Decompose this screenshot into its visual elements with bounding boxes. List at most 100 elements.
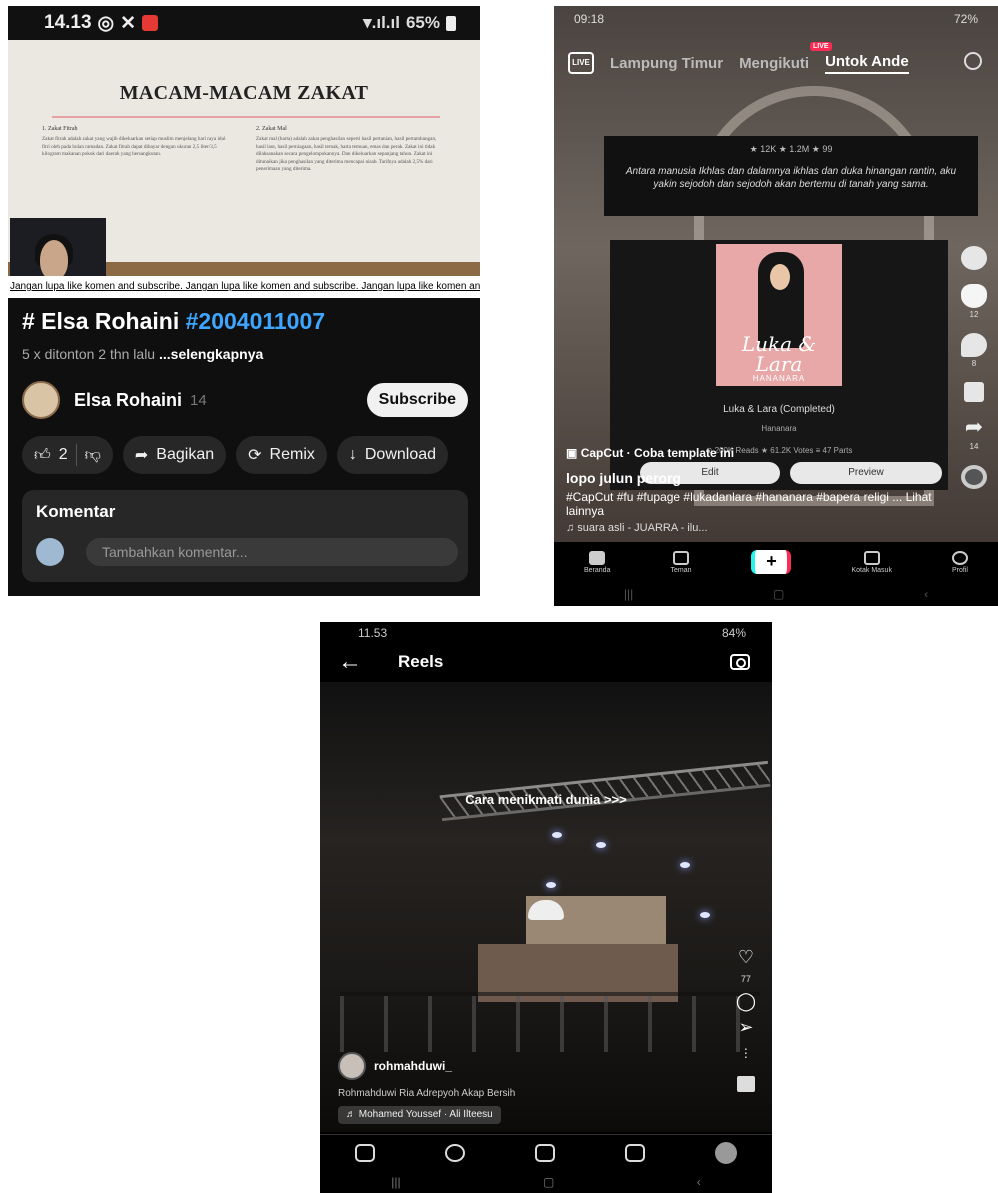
capcut-icon: ▣ (566, 446, 578, 460)
divider (52, 116, 440, 118)
thumbs-up-icon[interactable]: 👍︎ (34, 446, 51, 465)
search-icon[interactable] (964, 52, 982, 70)
like-dislike-group: 👍︎ 2 👎︎ (22, 436, 113, 474)
comments-panel[interactable]: Komentar Tambahkan komentar... (22, 490, 468, 582)
send-icon[interactable]: ➢ (738, 1018, 753, 1036)
nav-label: Beranda (584, 566, 611, 574)
stage-light (546, 882, 556, 888)
profile-avatar[interactable] (961, 246, 987, 270)
home-button-icon[interactable]: ▢ (543, 1175, 554, 1189)
capcut-template-link[interactable]: ▣ CapCut · Coba template ini (566, 446, 734, 460)
download-icon: ↓ (348, 446, 357, 463)
stage-light (552, 832, 562, 838)
audio-thumbnail[interactable] (736, 1076, 755, 1092)
battery-icon (446, 15, 456, 31)
back-arrow-icon[interactable]: ← (338, 648, 362, 676)
comment-icon[interactable] (961, 333, 987, 357)
overlay-text: Cara menikmati dunia >>> (465, 792, 627, 807)
doc-heading: 2. Zakat Mal (256, 126, 287, 132)
recents-icon[interactable]: ||| (624, 587, 633, 601)
notification-icon (142, 15, 159, 31)
create-button[interactable]: + (751, 550, 792, 574)
nav-label: Teman (670, 566, 692, 574)
heart-icon[interactable]: ♡ (738, 948, 754, 966)
quote-text: Antara manusia Ikhlas dan dalamnya ikhla… (625, 166, 957, 190)
search-icon[interactable] (445, 1143, 465, 1162)
nav-profile[interactable]: Profil (951, 550, 968, 574)
video-player[interactable]: MACAM-MACAM ZAKAT 1. Zakat Fitrah Zakat … (8, 40, 480, 298)
recents-icon[interactable]: ||| (391, 1175, 400, 1189)
tab-following[interactable]: Mengikuti (739, 55, 809, 72)
book-cover: Luka & Lara HANANARA (716, 244, 842, 386)
capcut-label: CapCut · Coba template ini (580, 446, 735, 460)
sound-label[interactable]: ♫ suara asli - JUARRA - ilu... (566, 522, 708, 534)
caption[interactable]: #CapCut #fu #fupage #lukadanlara #hanana… (566, 490, 946, 518)
tab-for-you[interactable]: Untok Ande (825, 53, 909, 74)
description[interactable]: Rohmahduwi Ria Adrepyoh Akap Bersih (338, 1088, 515, 1099)
home-icon (589, 550, 606, 565)
reels-header: ← Reels (320, 646, 772, 678)
doc-column-left: 1. Zakat Fitrah Zakat fitrah adalah zaka… (42, 126, 227, 159)
friends-icon (672, 550, 689, 565)
book-name: Luka & Lara (Completed) (723, 404, 835, 415)
subscribe-button[interactable]: Subscribe (366, 383, 468, 417)
subscriber-count: 14 (190, 391, 207, 409)
live-icon[interactable]: LIVE (568, 52, 594, 74)
download-button[interactable]: ↓ Download (336, 436, 449, 474)
doc-title: MACAM-MACAM ZAKAT (119, 82, 369, 104)
preview-button[interactable]: Preview (790, 462, 942, 484)
inbox-icon (863, 550, 880, 565)
username[interactable]: rohmahduwi_ (374, 1059, 452, 1073)
comment-icon[interactable]: ◯ (736, 992, 756, 1010)
action-rail: ♡ 77 ◯ ➢ ⋮ (736, 948, 756, 1092)
marquee-text: Jangan lupa like komen and subscribe. Ja… (8, 276, 480, 298)
share-button[interactable]: ➦ Bagikan (122, 436, 227, 474)
nav-friends[interactable]: Teman (670, 550, 692, 574)
more-link[interactable]: ...selengkapnya (159, 346, 263, 362)
system-nav: ||| ▢ ‹ (320, 1170, 772, 1193)
audio-label[interactable]: ♬ Mohamed Youssef · Ali Ilteesu (338, 1106, 501, 1124)
camera-icon[interactable] (730, 654, 750, 670)
doc-text: Zakat fitrah adalah zakat yang wajib dik… (42, 136, 226, 158)
home-button-icon[interactable]: ▢ (773, 587, 784, 601)
cover-face (770, 264, 790, 290)
person-face (40, 240, 68, 280)
doc-heading: 1. Zakat Fitrah (42, 126, 78, 132)
bookmark-icon[interactable] (964, 382, 984, 402)
video-meta[interactable]: 5 x ditonton 2 thn lalu ...selengkapnya (22, 346, 263, 362)
stage-light (700, 912, 710, 918)
nav-inbox[interactable]: Kotak Masuk (851, 550, 892, 574)
avatar[interactable] (338, 1052, 366, 1080)
avatar[interactable] (715, 1141, 737, 1164)
book-author: Hananara (761, 424, 797, 433)
nav-label: Profil (951, 566, 968, 574)
remix-button[interactable]: ⟳ Remix (236, 436, 327, 474)
stage-light (596, 842, 606, 848)
remix-icon: ⟳ (248, 447, 262, 464)
avatar[interactable] (22, 381, 60, 419)
comment-input[interactable]: Tambahkan komentar... (86, 538, 458, 566)
like-count: 2 (58, 446, 68, 463)
heart-icon[interactable] (961, 284, 987, 308)
more-icon[interactable]: ⋮ (740, 1044, 752, 1062)
status-bar: 09:18 72% (554, 6, 998, 32)
home-icon[interactable] (355, 1143, 375, 1162)
status-bar: 11.53 84% (320, 622, 772, 644)
share-icon[interactable]: ➦ (961, 416, 987, 440)
reels-icon[interactable] (625, 1143, 645, 1162)
status-time: 11.53 (358, 626, 388, 640)
back-icon[interactable]: ‹ (697, 1175, 701, 1189)
author-row[interactable]: rohmahduwi_ (338, 1052, 452, 1080)
back-icon[interactable]: ‹ (924, 587, 928, 601)
channel-name[interactable]: Elsa Rohaini (74, 390, 182, 411)
system-nav: ||| ▢ ‹ (554, 582, 998, 606)
share-count: 14 (969, 442, 979, 451)
username[interactable]: lopo julun perorg (566, 470, 681, 486)
music-disc-icon[interactable] (961, 465, 987, 489)
add-post-icon[interactable] (535, 1143, 555, 1162)
thumbs-down-icon[interactable]: 👎︎ (85, 446, 101, 465)
hashtag-link[interactable]: #2004011007 (186, 308, 325, 334)
tab-location[interactable]: Lampung Timur (610, 55, 723, 72)
action-bar: 👍︎ 2 👎︎ ➦ Bagikan ⟳ Remix ↓ Download (22, 436, 449, 474)
nav-home[interactable]: Beranda (584, 550, 611, 574)
